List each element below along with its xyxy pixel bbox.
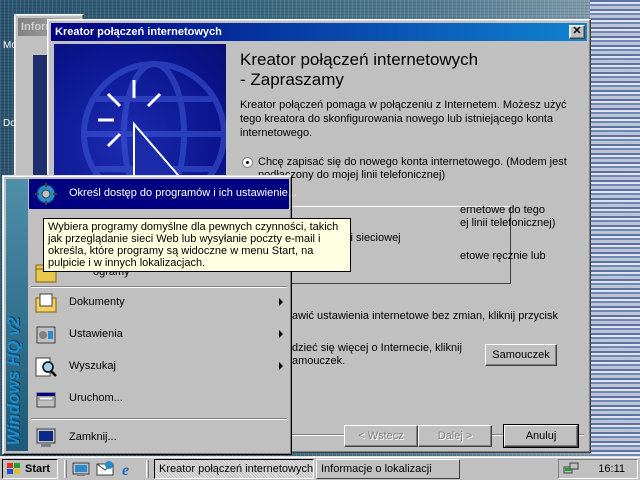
option-existing-line2: ej linii telefonicznej) bbox=[460, 217, 556, 229]
menu-item-label: Uruchom... bbox=[69, 392, 123, 404]
show-desktop-icon[interactable] bbox=[72, 460, 90, 478]
taskbar-grip[interactable] bbox=[146, 460, 149, 478]
menu-item-label: Wyszukaj bbox=[69, 360, 116, 372]
start-label: Start bbox=[25, 463, 51, 475]
menu-item-settings[interactable]: Ustawienia bbox=[29, 320, 289, 350]
run-icon bbox=[36, 392, 56, 408]
menu-item-program-access[interactable]: Określ dostęp do programów i ich ustawie… bbox=[29, 179, 297, 209]
cancel-button[interactable]: Anuluj bbox=[503, 424, 579, 448]
menu-item-label: Dokumenty bbox=[69, 296, 125, 308]
learn-more-line1: dzieć się więcej o Internecie, kliknij bbox=[292, 342, 462, 354]
learn-more-line2: amouczek. bbox=[292, 355, 346, 367]
submenu-arrow-icon bbox=[279, 298, 283, 306]
back-button[interactable]: < Wstecz bbox=[344, 425, 418, 447]
windows-logo-icon bbox=[7, 463, 20, 474]
menu-item-documents[interactable]: Dokumenty bbox=[29, 288, 289, 318]
submenu-arrow-icon bbox=[279, 362, 283, 370]
start-menu-brand: Windows HQ v2 bbox=[4, 316, 23, 445]
menu-item-label: Ustawienia bbox=[69, 328, 123, 340]
submenu-arrow-icon bbox=[279, 330, 283, 338]
radio-new-account[interactable] bbox=[242, 157, 253, 168]
start-menu-sidebar: Windows HQ v2 bbox=[4, 179, 28, 451]
menu-item-search[interactable]: Wyszukaj bbox=[29, 352, 289, 382]
menu-separator bbox=[31, 418, 287, 420]
close-button[interactable]: ✕ bbox=[569, 25, 585, 39]
info-text: awić ustawienia internetowe bez zmian, k… bbox=[292, 310, 558, 322]
wizard-heading-line1: Kreator połączeń internetowych bbox=[240, 50, 479, 69]
task-button-connection-wizard[interactable]: Kreator połączeń internetowych bbox=[154, 459, 314, 479]
quicklaunch-grip[interactable] bbox=[64, 460, 67, 478]
tutorial-button[interactable]: Samouczek bbox=[485, 344, 557, 366]
option-new-account-label[interactable]: Chcę zapisać się do nowego konta interne… bbox=[258, 156, 578, 182]
control-panel-icon bbox=[36, 326, 56, 344]
wizard-titlebar[interactable]: Kreator połączeń internetowych ✕ bbox=[51, 23, 587, 41]
documents-folder-icon bbox=[35, 293, 57, 313]
menu-item-run[interactable]: Uruchom... bbox=[29, 384, 289, 414]
task-button-location-info[interactable]: Informacje o lokalizacji bbox=[316, 459, 460, 479]
search-magnifier-icon bbox=[35, 357, 57, 377]
next-button[interactable]: Dalej > bbox=[418, 425, 492, 447]
start-menu[interactable]: Windows HQ v2 Określ dostęp do programów… bbox=[2, 175, 297, 455]
system-tray: 16:11 bbox=[558, 459, 638, 479]
svg-text:e: e bbox=[122, 462, 129, 478]
outlook-express-icon[interactable] bbox=[96, 460, 114, 478]
menu-item-label: Zamknij... bbox=[69, 431, 117, 443]
wizard-title: Kreator połączeń internetowych bbox=[55, 26, 222, 38]
desktop-noise-right bbox=[590, 0, 640, 456]
shutdown-icon bbox=[36, 428, 56, 447]
option-existing-line1: ernetowe do tego bbox=[460, 204, 546, 216]
option-existing-account-label[interactable]: ernetowe do tego ej linii telefonicznej) bbox=[460, 204, 584, 230]
close-icon: ✕ bbox=[572, 25, 582, 37]
menu-item-shutdown[interactable]: Zamknij... bbox=[29, 423, 289, 453]
clock[interactable]: 16:11 bbox=[598, 463, 625, 475]
menu-item-label: Określ dostęp do programów i ich ustawie… bbox=[69, 187, 298, 199]
internet-explorer-icon[interactable]: e bbox=[120, 460, 138, 478]
option-manual-label[interactable]: etowe ręcznie lub bbox=[460, 250, 584, 263]
settings-globe-icon bbox=[35, 183, 57, 205]
menu-tooltip: Wybiera programy domyślne dla pewnych cz… bbox=[43, 218, 351, 272]
option-network-label[interactable]: ci sieciowej bbox=[345, 232, 465, 245]
start-button[interactable]: Start bbox=[2, 459, 58, 479]
learn-more-text: dzieć się więcej o Internecie, kliknij a… bbox=[292, 342, 492, 368]
wizard-heading: Kreator połączeń internetowych - Zaprasz… bbox=[240, 50, 580, 90]
wizard-description: Kreator połączeń pomaga w połączeniu z I… bbox=[240, 99, 567, 139]
wizard-heading-line2: - Zapraszamy bbox=[240, 70, 344, 89]
network-tray-icon[interactable] bbox=[563, 461, 579, 477]
taskbar: Start e Kreator połączeń internetowych I… bbox=[0, 456, 640, 480]
